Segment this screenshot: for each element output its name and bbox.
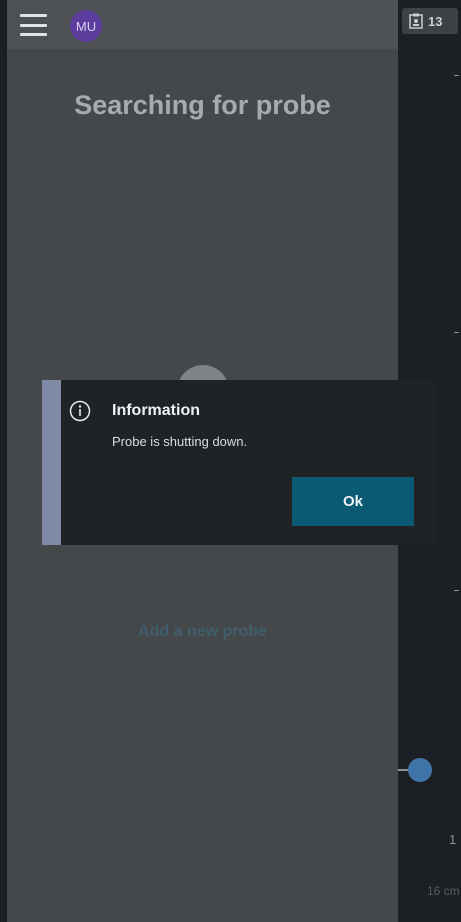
- clipboard-user-icon: [409, 13, 423, 29]
- depth-tick: [454, 332, 459, 333]
- avatar[interactable]: MU: [70, 10, 102, 42]
- add-probe-link[interactable]: Add a new probe: [7, 623, 398, 641]
- info-icon: [69, 400, 91, 422]
- menu-icon[interactable]: [20, 14, 47, 36]
- avatar-initials: MU: [75, 18, 97, 34]
- depth-slider-handle[interactable]: [408, 758, 432, 782]
- dialog-title: Information: [112, 402, 200, 419]
- depth-label: 16 cm: [427, 884, 460, 898]
- depth-tick: [454, 590, 459, 591]
- scale-mark: 1: [449, 832, 457, 847]
- exam-count: 13: [428, 13, 443, 29]
- dialog-message: Probe is shutting down.: [112, 434, 248, 449]
- depth-tick: [454, 75, 459, 76]
- exam-list-chip[interactable]: 13: [402, 8, 458, 34]
- dialog-accent-bar: [42, 380, 61, 545]
- information-dialog: Information Probe is shutting down. Ok: [42, 380, 435, 545]
- probe-status-title: Searching for probe: [74, 90, 331, 120]
- ok-button[interactable]: Ok: [292, 477, 414, 526]
- top-bar: [7, 0, 398, 49]
